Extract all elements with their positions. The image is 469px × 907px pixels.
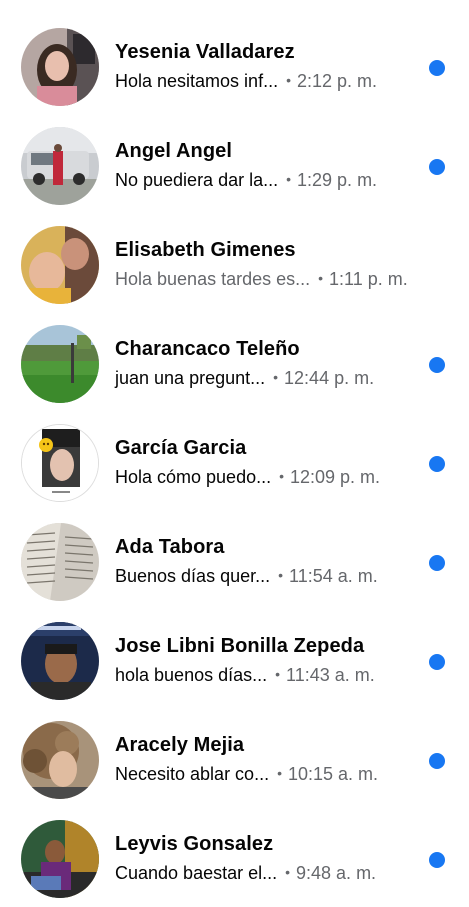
unread-dot-icon	[429, 159, 445, 175]
separator-dot: •	[318, 270, 324, 286]
unread-dot-icon	[429, 654, 445, 670]
conversation-row[interactable]: Angel Angel No puediera dar la... • 1:29…	[0, 115, 469, 214]
preview-text: Hola nesitamos inf...	[115, 71, 279, 91]
preview-text: Necesito ablar co...	[115, 764, 270, 784]
separator-dot: •	[286, 72, 291, 88]
message-preview: Buenos días quer... • 11:54 a. m.	[115, 566, 378, 587]
message-preview: juan una pregunt... • 12:44 p. m.	[115, 368, 374, 389]
timestamp: 11:43 a. m.	[286, 665, 375, 685]
contact-name: Yesenia Valladarez	[115, 41, 295, 63]
separator-dot: •	[278, 567, 284, 583]
separator-dot: •	[279, 468, 284, 484]
conversation-list: Yesenia Valladarez Hola nesitamos inf...…	[0, 16, 469, 907]
contact-name: Angel Angel	[115, 140, 233, 162]
preview-text: Cuando baestar el...	[115, 863, 278, 883]
avatar[interactable]	[21, 424, 99, 502]
preview-text: Buenos días quer...	[115, 566, 271, 586]
message-preview: hola buenos días... • 11:43 a. m.	[115, 665, 375, 686]
contact-name: Jose Libni Bonilla Zepeda	[115, 635, 365, 657]
message-preview: Hola nesitamos inf... • 2:12 p. m.	[115, 71, 377, 92]
conversation-row[interactable]: Yesenia Valladarez Hola nesitamos inf...…	[0, 16, 469, 115]
unread-dot-icon	[429, 555, 445, 571]
avatar[interactable]	[21, 127, 99, 205]
preview-text: hola buenos días...	[115, 665, 268, 685]
unread-dot-icon	[429, 852, 445, 868]
avatar[interactable]	[21, 28, 99, 106]
unread-dot-icon	[429, 60, 445, 76]
preview-text: Hola buenas tardes es...	[115, 269, 311, 289]
preview-text: Hola cómo puedo...	[115, 467, 272, 487]
conversation-row[interactable]: Jose Libni Bonilla Zepeda hola buenos dí…	[0, 610, 469, 709]
timestamp: 11:54 a. m.	[289, 566, 378, 586]
timestamp: 2:12 p. m.	[296, 71, 378, 91]
separator-dot: •	[277, 765, 282, 781]
avatar[interactable]	[21, 622, 99, 700]
unread-dot-icon	[429, 753, 445, 769]
timestamp: 12:09 p. m.	[290, 467, 381, 487]
conversation-row[interactable]: Ada Tabora Buenos días quer... • 11:54 a…	[0, 511, 469, 610]
preview-text: juan una pregunt...	[115, 368, 266, 388]
timestamp: 1:29 p. m.	[297, 170, 378, 190]
contact-name: Ada Tabora	[115, 536, 225, 558]
contact-name: Leyvis Gonsalez	[115, 833, 274, 855]
separator-dot: •	[285, 864, 291, 880]
message-preview: Hola cómo puedo... • 12:09 p. m.	[115, 467, 380, 488]
separator-dot: •	[286, 171, 292, 187]
timestamp: 12:44 p. m.	[284, 368, 375, 388]
conversation-row[interactable]: García Garcia Hola cómo puedo... • 12:09…	[0, 412, 469, 511]
contact-name: García Garcia	[115, 437, 247, 459]
timestamp: 9:48 a. m.	[296, 863, 377, 883]
conversation-row[interactable]: Aracely Mejia Necesito ablar co... • 10:…	[0, 709, 469, 808]
message-preview: Cuando baestar el... • 9:48 a. m.	[115, 863, 376, 884]
unread-dot-icon	[429, 357, 445, 373]
avatar[interactable]	[21, 325, 99, 403]
avatar[interactable]	[21, 523, 99, 601]
conversation-row[interactable]: Leyvis Gonsalez Cuando baestar el... • 9…	[0, 808, 469, 907]
conversation-row[interactable]: Charancaco Teleño juan una pregunt... • …	[0, 313, 469, 412]
contact-name: Charancaco Teleño	[115, 338, 300, 360]
contact-name: Aracely Mejia	[115, 734, 245, 756]
message-preview: No puediera dar la... • 1:29 p. m.	[115, 170, 377, 191]
separator-dot: •	[273, 369, 279, 385]
timestamp: 10:15 a. m.	[287, 764, 379, 784]
contact-name: Elisabeth Gimenes	[115, 239, 296, 261]
message-preview: Hola buenas tardes es... • 1:11 p. m.	[115, 269, 408, 290]
avatar[interactable]	[21, 226, 99, 304]
unread-dot-icon	[429, 456, 445, 472]
message-preview: Necesito ablar co... • 10:15 a. m.	[115, 764, 378, 785]
avatar[interactable]	[21, 820, 99, 898]
separator-dot: •	[275, 666, 281, 682]
conversation-row[interactable]: Elisabeth Gimenes Hola buenas tardes es.…	[0, 214, 469, 313]
preview-text: No puediera dar la...	[115, 170, 279, 190]
timestamp: 1:11 p. m.	[329, 269, 408, 289]
avatar[interactable]	[21, 721, 99, 799]
